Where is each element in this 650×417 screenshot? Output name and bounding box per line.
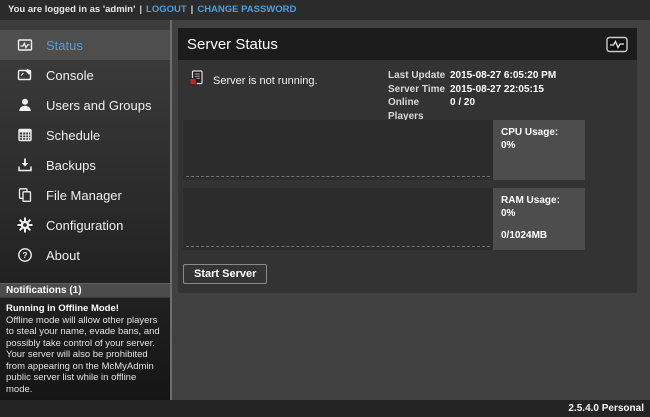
logged-in-text: You are logged in as 'admin' [8,4,135,15]
server-status-message-wrap: Server is not running. [188,70,318,91]
separator: | [139,4,142,15]
sidebar-item-label: Configuration [46,218,123,233]
panel-header: Server Status [178,28,637,60]
status-row: Server is not running. Last Update 2015-… [178,68,637,120]
chart-icon [606,36,628,53]
separator: | [191,4,194,15]
info-value: 2015-08-27 22:05:15 [450,83,556,97]
page-title: Server Status [187,36,606,53]
server-stopped-icon [188,70,205,91]
status-icon [17,37,33,53]
notification-text: Offline mode will allow other players to… [6,315,164,396]
sidebar-item-configuration[interactable]: Configuration [0,210,170,240]
server-status-panel: Server Status Server is not running. Las… [178,28,637,293]
footer: 2.5.4.0 Personal [0,400,650,417]
notification-item: Running in Offline Mode! Offline mode wi… [0,298,170,400]
cpu-usage-graph [183,120,493,180]
info-label: Server Time [388,83,450,97]
top-bar: You are logged in as 'admin'|LOGOUT|CHAN… [0,0,650,20]
info-label: Online Players [388,96,450,123]
file-manager-icon [17,187,33,203]
info-value: 2015-08-27 6:05:20 PM [450,69,556,83]
sidebar-nav: Status Console Users and Groups Schedule [0,20,170,270]
notification-title: Running in Offline Mode! [6,303,164,315]
graph-zero-line [186,246,490,247]
sidebar-item-label: Users and Groups [46,98,152,113]
button-row: Start Server [183,264,637,284]
change-password-link[interactable]: CHANGE PASSWORD [197,4,296,15]
users-icon [17,97,33,113]
main-content: Server Status Server is not running. Las… [170,20,650,400]
ram-usage-row: RAM Usage: 0% 0/1024MB [183,188,637,250]
svg-text:?: ? [22,250,27,260]
ram-usage-detail: 0/1024MB [501,229,577,242]
schedule-icon [17,127,33,143]
sidebar-item-status[interactable]: Status [0,30,170,60]
sidebar-item-label: Console [46,68,94,83]
backups-icon [17,157,33,173]
sidebar-item-label: File Manager [46,188,122,203]
sidebar-item-file-manager[interactable]: File Manager [0,180,170,210]
sidebar-item-label: About [46,248,80,263]
sidebar-item-schedule[interactable]: Schedule [0,120,170,150]
sidebar-item-label: Backups [46,158,96,173]
graph-zero-line [186,176,490,177]
notifications-panel: Notifications (1) Running in Offline Mod… [0,283,170,400]
notifications-header: Notifications (1) [0,283,170,298]
sidebar-item-backups[interactable]: Backups [0,150,170,180]
sidebar-item-console[interactable]: Console [0,60,170,90]
sidebar-item-label: Status [46,38,83,53]
info-label: Last Update [388,69,450,83]
ram-usage-info: RAM Usage: 0% 0/1024MB [493,188,585,250]
info-value: 0 / 20 [450,96,556,123]
sidebar-item-users[interactable]: Users and Groups [0,90,170,120]
ram-usage-label: RAM Usage: [501,194,577,207]
start-server-button[interactable]: Start Server [183,264,267,284]
logout-link[interactable]: LOGOUT [146,4,187,15]
sidebar: Status Console Users and Groups Schedule [0,20,170,400]
ram-usage-value: 0% [501,207,577,220]
console-icon [17,67,33,83]
cpu-usage-value: 0% [501,139,577,152]
panel-body: Server is not running. Last Update 2015-… [178,60,637,284]
ram-usage-graph [183,188,493,250]
server-info-table: Last Update 2015-08-27 6:05:20 PM Server… [388,69,556,123]
server-status-message: Server is not running. [213,75,318,87]
question-icon: ? [17,247,33,263]
sidebar-item-label: Schedule [46,128,100,143]
cpu-usage-label: CPU Usage: [501,126,577,139]
sidebar-item-about[interactable]: ? About [0,240,170,270]
gear-icon [17,217,33,233]
cpu-usage-row: CPU Usage: 0% [183,120,637,180]
cpu-usage-info: CPU Usage: 0% [493,120,585,180]
version-label: 2.5.4.0 Personal [568,403,644,414]
